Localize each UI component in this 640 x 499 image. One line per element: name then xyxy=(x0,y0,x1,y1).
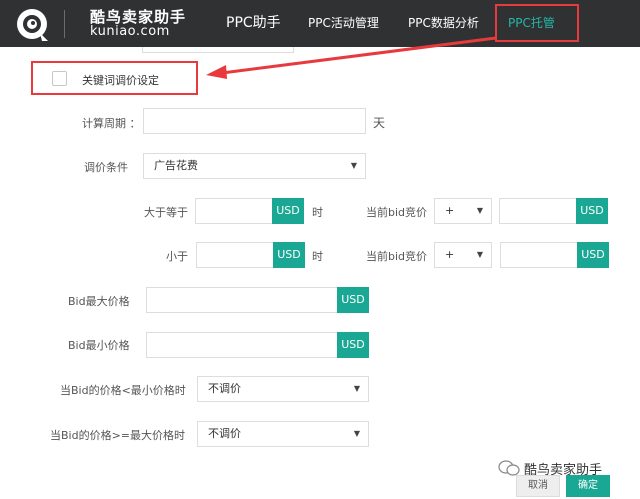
nav-highlight-box xyxy=(495,4,579,42)
bid-max-label: Bid最大价格 xyxy=(68,295,130,308)
cancel-button[interactable]: 取消 xyxy=(516,475,560,497)
chevron-down-icon: ▼ xyxy=(353,384,360,393)
keyword-setting-checkbox[interactable] xyxy=(52,71,67,86)
below-min-label: 当Bid的价格<最小价格时 xyxy=(60,384,186,397)
bid-min-input[interactable] xyxy=(146,332,340,358)
bid-max-input[interactable] xyxy=(146,287,340,313)
gte-label: 大于等于 xyxy=(144,206,188,219)
gte-currency-badge: USD xyxy=(272,198,304,224)
above-max-label: 当Bid的价格>=最大价格时 xyxy=(50,429,186,442)
gte-bid-label: 当前bid竞价 xyxy=(366,206,428,219)
lt-bid-input[interactable] xyxy=(500,242,580,268)
lt-currency-badge: USD xyxy=(273,242,305,268)
chevron-down-icon: ▼ xyxy=(353,429,360,438)
bid-min-currency-badge: USD xyxy=(337,332,369,358)
logo-divider xyxy=(64,10,65,38)
confirm-button[interactable]: 确定 xyxy=(566,475,610,497)
brand-domain: kuniao.com xyxy=(90,24,170,39)
condition-select[interactable]: 广告花费 ▼ xyxy=(143,153,366,179)
lt-amount-input[interactable] xyxy=(196,242,276,268)
lt-operator-select[interactable]: + ▼ xyxy=(434,242,492,268)
period-input[interactable] xyxy=(143,108,366,134)
annotation-arrow-icon xyxy=(206,36,497,79)
chevron-down-icon: ▼ xyxy=(476,206,483,215)
gte-suffix: 时 xyxy=(312,206,323,219)
lt-operator-value: + xyxy=(445,248,455,261)
condition-select-value: 广告花费 xyxy=(154,159,198,172)
wechat-icon xyxy=(498,460,520,476)
keyword-setting-label: 关键词调价设定 xyxy=(82,74,159,87)
below-min-select-value: 不调价 xyxy=(208,382,241,395)
above-max-select[interactable]: 不调价 ▼ xyxy=(197,421,369,447)
gte-operator-value: + xyxy=(445,204,455,217)
gte-bid-currency-badge: USD xyxy=(576,198,608,224)
bid-min-label: Bid最小价格 xyxy=(68,339,130,352)
period-label: 计算周期 ： xyxy=(82,117,141,130)
bid-max-currency-badge: USD xyxy=(337,287,369,313)
period-unit: 天 xyxy=(373,116,386,130)
gte-operator-select[interactable]: + ▼ xyxy=(434,198,492,224)
gte-amount-input[interactable] xyxy=(195,198,275,224)
lt-label: 小于 xyxy=(166,250,188,263)
chevron-down-icon: ▼ xyxy=(476,250,483,259)
below-min-select[interactable]: 不调价 ▼ xyxy=(197,376,369,402)
condition-label: 调价条件 xyxy=(84,161,128,174)
lt-suffix: 时 xyxy=(312,250,323,263)
kuniao-logo-icon xyxy=(17,9,48,41)
lt-bid-currency-badge: USD xyxy=(577,242,609,268)
chevron-down-icon: ▼ xyxy=(350,161,357,170)
above-max-select-value: 不调价 xyxy=(208,427,241,440)
lt-bid-label: 当前bid竞价 xyxy=(366,250,428,263)
gte-bid-input[interactable] xyxy=(499,198,579,224)
